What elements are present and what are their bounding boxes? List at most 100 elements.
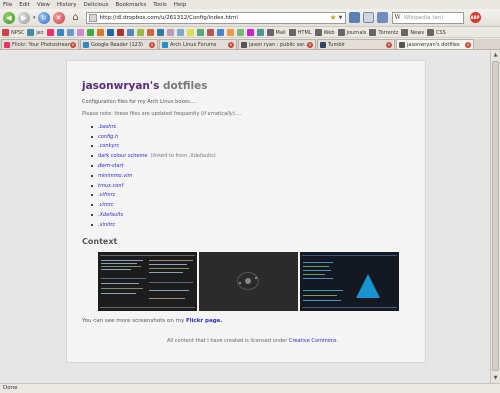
home-button[interactable]: ⌂	[70, 12, 82, 24]
bookmark-star-icon[interactable]: ★	[329, 13, 336, 22]
dotfile-link[interactable]: dark colour scheme	[98, 153, 147, 159]
screenshot-thumbnail-1[interactable]	[98, 252, 197, 311]
bookmark-item[interactable]	[156, 29, 164, 36]
bookmark-item[interactable]	[56, 29, 64, 36]
browser-tab[interactable]: Flickr: Your Photostream ×	[1, 39, 79, 49]
bookmark-item[interactable]: Journals	[337, 29, 366, 36]
forward-button[interactable]: ▶	[18, 11, 30, 24]
tab-close-icon[interactable]: ×	[386, 41, 392, 48]
tab-label: Arch Linux Forums	[170, 41, 217, 48]
menu-delicious[interactable]: Delicious	[84, 2, 109, 8]
browser-tab[interactable]: Tumblr ×	[317, 39, 395, 49]
screenshot-thumbnail-2[interactable]	[199, 252, 298, 311]
dotfile-link[interactable]: .xinitrc	[98, 222, 115, 228]
dotfile-link[interactable]: dwm-start	[98, 163, 124, 169]
bullet-icon	[91, 184, 93, 187]
bookmark-item[interactable]: NPSC	[2, 29, 24, 36]
creative-commons-link[interactable]: Creative Commons	[289, 338, 337, 344]
bookmark-item[interactable]: CSS	[426, 29, 446, 36]
feed-icon[interactable]	[348, 12, 360, 23]
bullet-icon	[91, 155, 93, 158]
bookmark-item[interactable]	[206, 29, 214, 36]
tab-close-icon[interactable]: ×	[307, 41, 313, 48]
bookmark-item[interactable]	[76, 29, 84, 36]
bookmark-item[interactable]	[46, 29, 54, 36]
tab-close-icon[interactable]: ×	[465, 41, 471, 48]
address-input[interactable]: http://dl.dropbox.com/u/261312/Config/in…	[100, 15, 330, 21]
dotfile-link[interactable]: .vifmrc	[98, 192, 115, 198]
title-suffix: dotfiles	[159, 80, 208, 92]
wikipedia-icon[interactable]: W	[395, 14, 401, 21]
dotfile-link[interactable]: .Xdefaults	[98, 212, 123, 218]
bookmark-item[interactable]	[166, 29, 174, 36]
bookmark-item[interactable]: HTML	[288, 29, 312, 36]
bookmark-favicon-icon	[156, 29, 164, 36]
bookmark-item[interactable]	[216, 29, 224, 36]
bookmark-item[interactable]	[66, 29, 74, 36]
menu-view[interactable]: View	[37, 2, 50, 8]
back-button[interactable]: ◀	[3, 11, 15, 24]
scrollbar-thumb[interactable]	[492, 61, 499, 371]
browser-tab[interactable]: Arch Linux Forums ×	[159, 39, 237, 49]
screenshot-thumbnail-3[interactable]	[300, 252, 399, 311]
bookmark-favicon-icon	[46, 29, 54, 36]
tab-label: Google Reader (123)	[91, 41, 143, 48]
bookmark-item[interactable]	[136, 29, 144, 36]
tab-close-icon[interactable]: ×	[228, 41, 234, 48]
address-dropdown-icon[interactable]: ▼	[339, 15, 343, 21]
bookmark-item[interactable]	[226, 29, 234, 36]
vertical-scrollbar[interactable]: ▲ ▼	[490, 51, 500, 383]
bookmark-item[interactable]: Mail	[266, 29, 286, 36]
dotfile-link[interactable]: minimmo.vim	[98, 173, 132, 179]
tab-close-icon[interactable]: ×	[70, 41, 76, 48]
list-item: tmux.conf	[91, 181, 216, 191]
bookmark-item[interactable]	[196, 29, 204, 36]
menu-file[interactable]: File	[3, 2, 12, 8]
bookmark-item[interactable]	[96, 29, 104, 36]
menu-help[interactable]: Help	[174, 2, 187, 8]
bookmark-item[interactable]	[126, 29, 134, 36]
list-item: .Xdefaults	[91, 210, 216, 220]
dotfile-link[interactable]: .conkyrc	[98, 143, 119, 149]
history-dropdown-icon[interactable]: ▾	[33, 15, 36, 21]
menu-bookmarks[interactable]: Bookmarks	[115, 2, 146, 8]
menu-edit[interactable]: Edit	[19, 2, 30, 8]
reload-button[interactable]: ↻	[37, 11, 50, 24]
bookmark-item[interactable]	[256, 29, 264, 36]
tab-close-icon[interactable]: ×	[149, 41, 155, 48]
adblock-icon[interactable]: ABP	[469, 12, 481, 23]
bookmark-item[interactable]	[236, 29, 244, 36]
dotfile-link[interactable]: tmux.conf	[98, 183, 123, 189]
search-box[interactable]: W Wikipedia (en)	[391, 11, 464, 24]
browser-tab[interactable]: jason ryan : public ser... ×	[238, 39, 316, 49]
screenshot-strip	[98, 252, 399, 311]
address-bar[interactable]: http://dl.dropbox.com/u/261312/Config/in…	[85, 11, 346, 24]
browser-tab[interactable]: jasonwryan's dotfiles ×	[396, 39, 474, 49]
screenshot-icon[interactable]	[362, 12, 374, 23]
browser-tab[interactable]: Google Reader (123) ×	[80, 39, 158, 49]
bookmark-favicon-icon	[206, 29, 214, 36]
bookmark-item[interactable]	[146, 29, 154, 36]
tab-label: Flickr: Your Photostream	[12, 41, 70, 48]
bookmark-item[interactable]: Torrentz	[369, 29, 398, 36]
bookmark-item[interactable]: jez	[27, 29, 44, 36]
search-input[interactable]: Wikipedia (en)	[404, 15, 444, 21]
bookmark-item[interactable]	[186, 29, 194, 36]
menu-tools[interactable]: Tools	[153, 2, 167, 8]
stop-button[interactable]: ✕	[52, 11, 65, 24]
dotfile-link[interactable]: config.h	[98, 134, 118, 140]
bookmark-item[interactable]	[116, 29, 124, 36]
bookmark-item[interactable]	[106, 29, 114, 36]
bookmark-item[interactable]	[176, 29, 184, 36]
dotfile-link[interactable]: .bashrc	[98, 124, 116, 130]
bookmark-item[interactable]: News	[401, 29, 424, 36]
bookmark-item[interactable]	[246, 29, 254, 36]
menu-history[interactable]: History	[57, 2, 77, 8]
bookmark-item[interactable]	[86, 29, 94, 36]
dotfile-link[interactable]: .vimrc	[98, 202, 114, 208]
flickr-link[interactable]: Flickr page.	[186, 318, 222, 324]
scroll-down-icon[interactable]: ▼	[492, 375, 499, 382]
scroll-up-icon[interactable]: ▲	[492, 52, 499, 59]
bookmark-item[interactable]: Web	[314, 29, 335, 36]
delicious-icon[interactable]	[376, 12, 388, 23]
